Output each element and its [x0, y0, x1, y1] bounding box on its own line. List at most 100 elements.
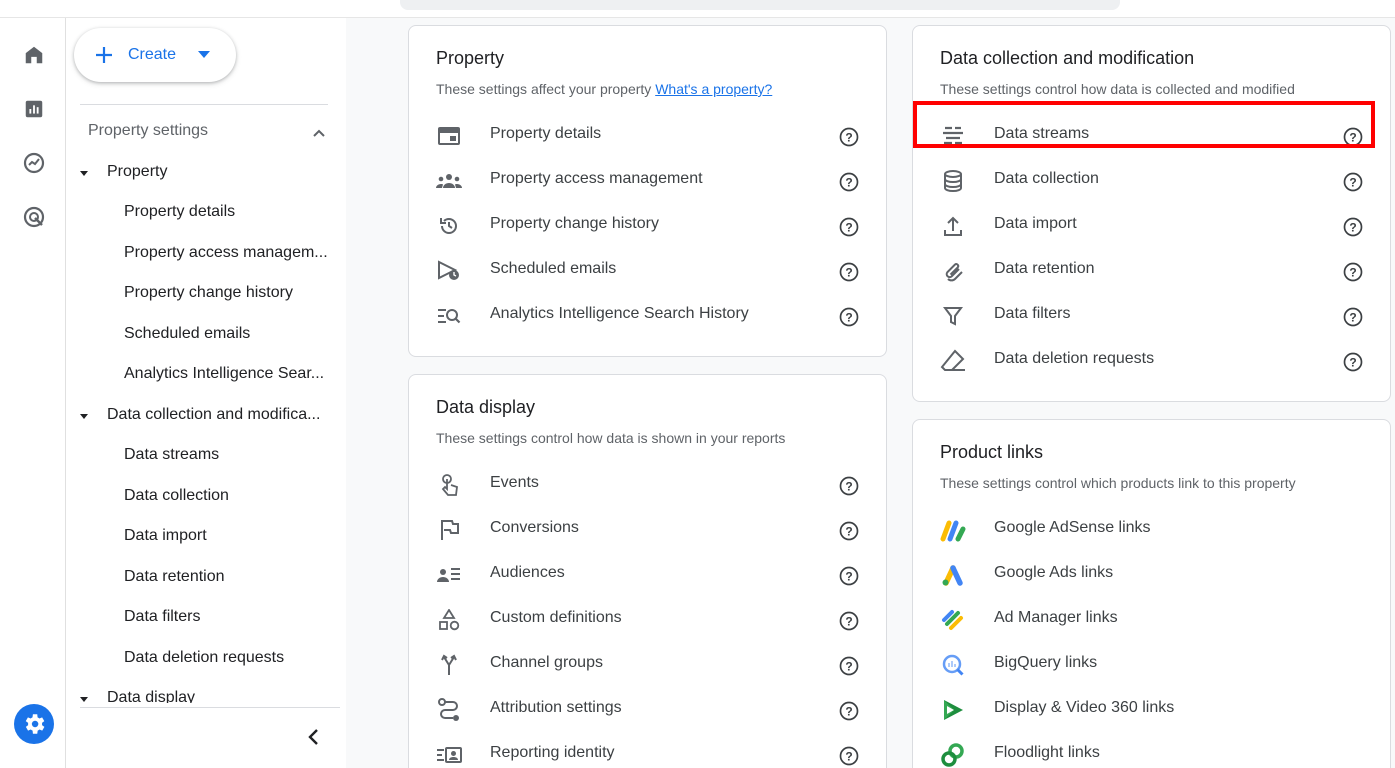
- nav-item-property-access[interactable]: Property access managem...: [124, 244, 338, 262]
- svg-text:?: ?: [845, 615, 852, 629]
- card-title: Data collection and modification: [940, 48, 1195, 68]
- data-display-card: Data display These settings control how …: [408, 374, 887, 768]
- create-button-label: Create: [128, 46, 177, 63]
- custom-definitions-row[interactable]: Custom definitions ?: [409, 596, 886, 641]
- nav-group-data-display[interactable]: Data display: [107, 689, 335, 703]
- help-icon[interactable]: ?: [1343, 307, 1363, 327]
- help-icon[interactable]: ?: [839, 307, 859, 327]
- data-deletion-row[interactable]: Data deletion requests ?: [913, 337, 1390, 382]
- data-collection-row[interactable]: Data collection ?: [913, 157, 1390, 202]
- help-icon[interactable]: ?: [1343, 352, 1363, 372]
- dv360-links-row[interactable]: Display & Video 360 links: [913, 686, 1390, 731]
- help-icon[interactable]: ?: [1343, 172, 1363, 192]
- analytics-intelligence-row[interactable]: Analytics Intelligence Search History ?: [409, 292, 886, 337]
- expand-arrow-icon[interactable]: [79, 694, 89, 703]
- create-button[interactable]: Create: [74, 28, 236, 82]
- help-icon[interactable]: ?: [1343, 262, 1363, 282]
- help-icon[interactable]: ?: [839, 566, 859, 586]
- svg-text:?: ?: [845, 570, 852, 584]
- scheduled-emails-row[interactable]: Scheduled emails ?: [409, 247, 886, 292]
- chevron-up-icon[interactable]: [310, 124, 328, 142]
- help-icon[interactable]: ?: [839, 611, 859, 631]
- admin-gear-icon[interactable]: [14, 704, 54, 744]
- svg-text:?: ?: [845, 311, 852, 325]
- attribution-settings-row[interactable]: Attribution settings ?: [409, 686, 886, 731]
- reports-icon[interactable]: [21, 96, 47, 122]
- card-subtitle: These settings control how data is colle…: [940, 81, 1295, 97]
- advertising-icon[interactable]: [21, 204, 47, 230]
- data-streams-highlight-box: [913, 101, 1375, 148]
- nav-item-property-change-history[interactable]: Property change history: [124, 284, 338, 302]
- property-details-row[interactable]: Property details ?: [409, 112, 886, 157]
- plus-icon: [96, 47, 112, 63]
- svg-text:?: ?: [845, 705, 852, 719]
- nav-group-data-collection[interactable]: Data collection and modifica...: [107, 406, 335, 424]
- svg-text:?: ?: [1349, 266, 1356, 280]
- nav-item-data-streams[interactable]: Data streams: [124, 446, 338, 464]
- data-collection-card: Data collection and modification These s…: [912, 25, 1391, 402]
- svg-text:?: ?: [1349, 311, 1356, 325]
- help-icon[interactable]: ?: [839, 656, 859, 676]
- nav-item-data-collection[interactable]: Data collection: [124, 487, 338, 505]
- data-retention-row[interactable]: Data retention ?: [913, 247, 1390, 292]
- ad-manager-links-row[interactable]: Ad Manager links: [913, 596, 1390, 641]
- database-icon: [940, 168, 966, 194]
- nav-item-data-filters[interactable]: Data filters: [124, 608, 338, 626]
- help-icon[interactable]: ?: [839, 701, 859, 721]
- svg-text:?: ?: [1349, 356, 1356, 370]
- identity-icon: [436, 742, 462, 768]
- home-icon[interactable]: [21, 42, 47, 68]
- upload-icon: [940, 213, 966, 239]
- nav-item-scheduled-emails[interactable]: Scheduled emails: [124, 325, 338, 343]
- nav-item-property-details[interactable]: Property details: [124, 203, 338, 221]
- svg-text:?: ?: [1349, 176, 1356, 190]
- nav-bottom-divider: [80, 707, 340, 708]
- conversions-row[interactable]: Conversions ?: [409, 506, 886, 551]
- expand-arrow-icon[interactable]: [79, 411, 89, 421]
- svg-text:?: ?: [845, 525, 852, 539]
- help-icon[interactable]: ?: [839, 127, 859, 147]
- floodlight-logo-icon: [940, 742, 966, 768]
- ad-manager-logo-icon: [940, 607, 966, 633]
- explore-icon[interactable]: [21, 150, 47, 176]
- help-icon[interactable]: ?: [839, 262, 859, 282]
- floodlight-links-row[interactable]: Floodlight links: [913, 731, 1390, 768]
- nav-item-data-deletion[interactable]: Data deletion requests: [124, 649, 338, 667]
- search-bar[interactable]: [400, 0, 1120, 10]
- audience-icon: [436, 562, 462, 588]
- touch-icon: [436, 472, 462, 498]
- history-icon: [436, 213, 462, 239]
- svg-text:?: ?: [845, 480, 852, 494]
- adsense-links-row[interactable]: Google AdSense links: [913, 506, 1390, 551]
- property-change-history-row[interactable]: Property change history ?: [409, 202, 886, 247]
- audiences-row[interactable]: Audiences ?: [409, 551, 886, 596]
- reporting-identity-row[interactable]: Reporting identity ?: [409, 731, 886, 768]
- help-icon[interactable]: ?: [839, 521, 859, 541]
- people-icon: [436, 168, 462, 194]
- svg-text:?: ?: [845, 660, 852, 674]
- events-row[interactable]: Events ?: [409, 461, 886, 506]
- expand-arrow-icon[interactable]: [79, 168, 89, 178]
- data-import-row[interactable]: Data import ?: [913, 202, 1390, 247]
- paperclip-icon: [940, 258, 966, 284]
- property-access-row[interactable]: Property access management ?: [409, 157, 886, 202]
- collapse-chevron-icon[interactable]: [304, 727, 324, 747]
- help-icon[interactable]: ?: [839, 746, 859, 766]
- svg-text:?: ?: [845, 750, 852, 764]
- nav-item-data-import[interactable]: Data import: [124, 527, 338, 545]
- data-filters-row[interactable]: Data filters ?: [913, 292, 1390, 337]
- whats-a-property-link[interactable]: What's a property?: [655, 81, 772, 97]
- google-ads-logo-icon: [940, 562, 966, 588]
- help-icon[interactable]: ?: [839, 476, 859, 496]
- card-subtitle: These settings control which products li…: [940, 475, 1296, 491]
- google-ads-links-row[interactable]: Google Ads links: [913, 551, 1390, 596]
- card-subtitle: These settings control how data is shown…: [436, 430, 786, 446]
- help-icon[interactable]: ?: [839, 172, 859, 192]
- bigquery-links-row[interactable]: BigQuery links: [913, 641, 1390, 686]
- help-icon[interactable]: ?: [839, 217, 859, 237]
- channel-groups-row[interactable]: Channel groups ?: [409, 641, 886, 686]
- nav-item-data-retention[interactable]: Data retention: [124, 568, 338, 586]
- help-icon[interactable]: ?: [1343, 217, 1363, 237]
- nav-item-analytics-intelligence[interactable]: Analytics Intelligence Sear...: [124, 365, 338, 383]
- nav-group-property[interactable]: Property: [107, 163, 335, 181]
